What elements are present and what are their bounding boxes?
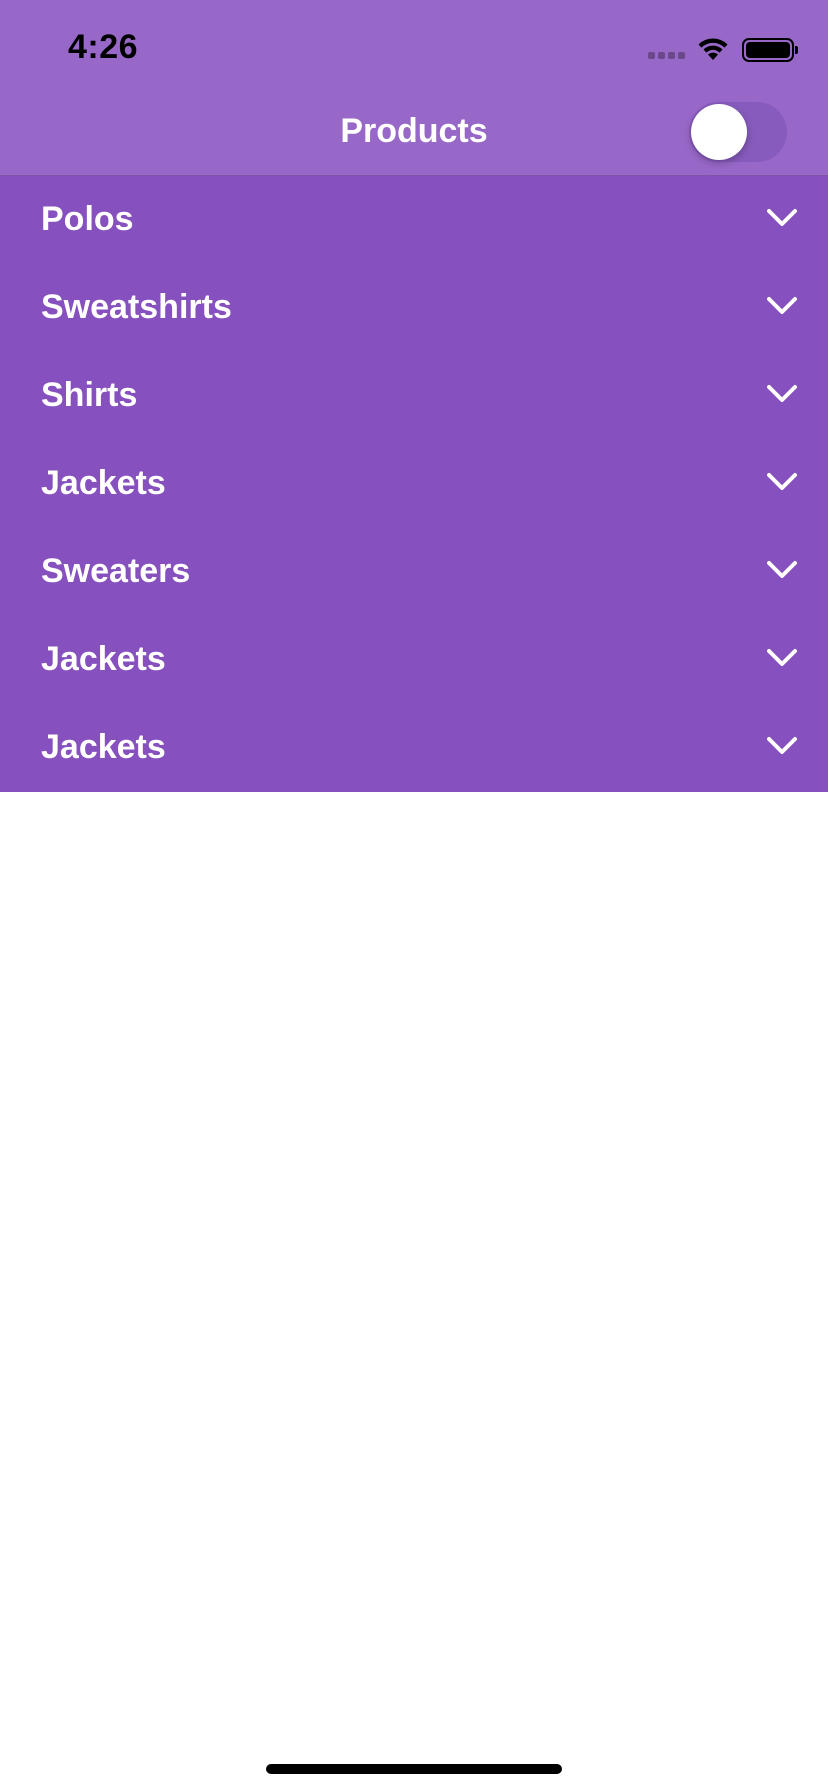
list-item-jackets[interactable]: Jackets — [0, 616, 828, 704]
navigation-bar: Products — [0, 90, 828, 176]
list-item-label: Shirts — [41, 376, 138, 414]
wifi-icon — [698, 38, 728, 60]
list-item-label: Polos — [41, 200, 134, 238]
home-indicator[interactable] — [266, 1764, 562, 1774]
battery-icon — [742, 38, 798, 62]
signal-icon — [648, 52, 686, 62]
list-item-label: Sweaters — [41, 552, 191, 590]
list-item-label: Jackets — [41, 728, 166, 766]
chevron-down-icon — [767, 561, 797, 578]
chevron-down-icon — [767, 385, 797, 402]
status-time: 4:26 — [68, 28, 139, 66]
chevron-down-icon — [767, 649, 797, 666]
category-list: Polos Sweatshirts Shirts Jackets Sweater… — [0, 176, 828, 792]
list-item-label: Sweatshirts — [41, 288, 232, 326]
list-item-polos[interactable]: Polos — [0, 176, 828, 264]
list-item-sweatshirts[interactable]: Sweatshirts — [0, 264, 828, 352]
toggle-switch[interactable] — [689, 102, 787, 162]
chevron-down-icon — [767, 297, 797, 314]
status-icons — [648, 36, 798, 64]
list-item-shirts[interactable]: Shirts — [0, 352, 828, 440]
chevron-down-icon — [767, 737, 797, 754]
list-item-sweaters[interactable]: Sweaters — [0, 528, 828, 616]
toggle-knob — [691, 104, 747, 160]
status-bar: 4:26 — [0, 0, 828, 90]
list-item-jackets[interactable]: Jackets — [0, 440, 828, 528]
list-item-label: Jackets — [41, 464, 166, 502]
chevron-down-icon — [767, 473, 797, 490]
list-item-label: Jackets — [41, 640, 166, 678]
chevron-down-icon — [767, 209, 797, 226]
list-item-jackets[interactable]: Jackets — [0, 704, 828, 792]
